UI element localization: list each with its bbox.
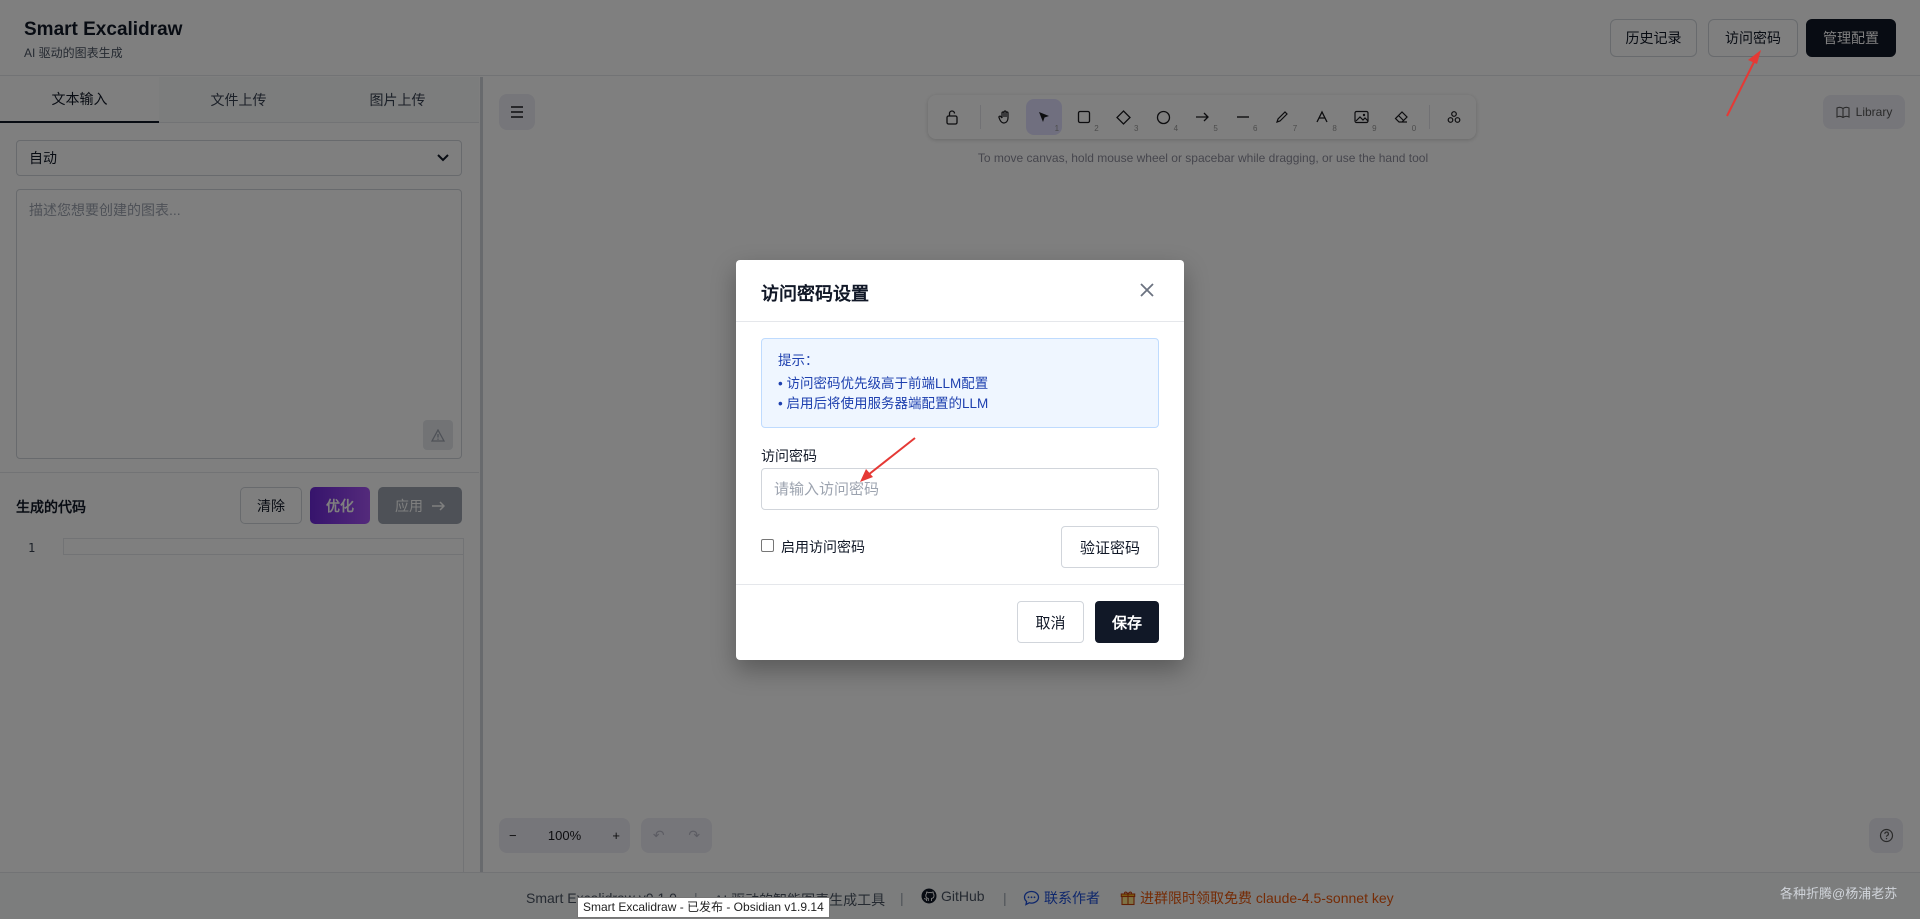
info-heading: 提示： bbox=[778, 353, 819, 368]
save-button[interactable]: 保存 bbox=[1095, 601, 1159, 643]
dialog-divider bbox=[736, 584, 1184, 585]
password-input[interactable] bbox=[761, 468, 1159, 510]
verify-password-button[interactable]: 验证密码 bbox=[1061, 526, 1159, 568]
enable-password-label[interactable]: 启用访问密码 bbox=[781, 537, 865, 557]
close-icon[interactable] bbox=[1134, 277, 1160, 303]
watermark: 各种折腾@杨浦老苏 bbox=[1780, 886, 1898, 901]
info-tip-box: 提示： • 访问密码优先级高于前端LLM配置 • 启用后将使用服务器端配置的LL… bbox=[761, 338, 1159, 428]
info-line: • 访问密码优先级高于前端LLM配置 bbox=[778, 376, 989, 391]
dialog-title: 访问密码设置 bbox=[761, 284, 869, 304]
window-tooltip: Smart Excalidraw - 已发布 - Obsidian v1.9.1… bbox=[577, 897, 830, 918]
password-label: 访问密码 bbox=[761, 448, 817, 464]
access-password-dialog: 访问密码设置 提示： • 访问密码优先级高于前端LLM配置 • 启用后将使用服务… bbox=[736, 260, 1184, 660]
info-line: • 启用后将使用服务器端配置的LLM bbox=[778, 396, 989, 411]
enable-password-checkbox[interactable] bbox=[761, 539, 774, 552]
cancel-button[interactable]: 取消 bbox=[1017, 601, 1084, 643]
dialog-divider bbox=[736, 321, 1184, 322]
